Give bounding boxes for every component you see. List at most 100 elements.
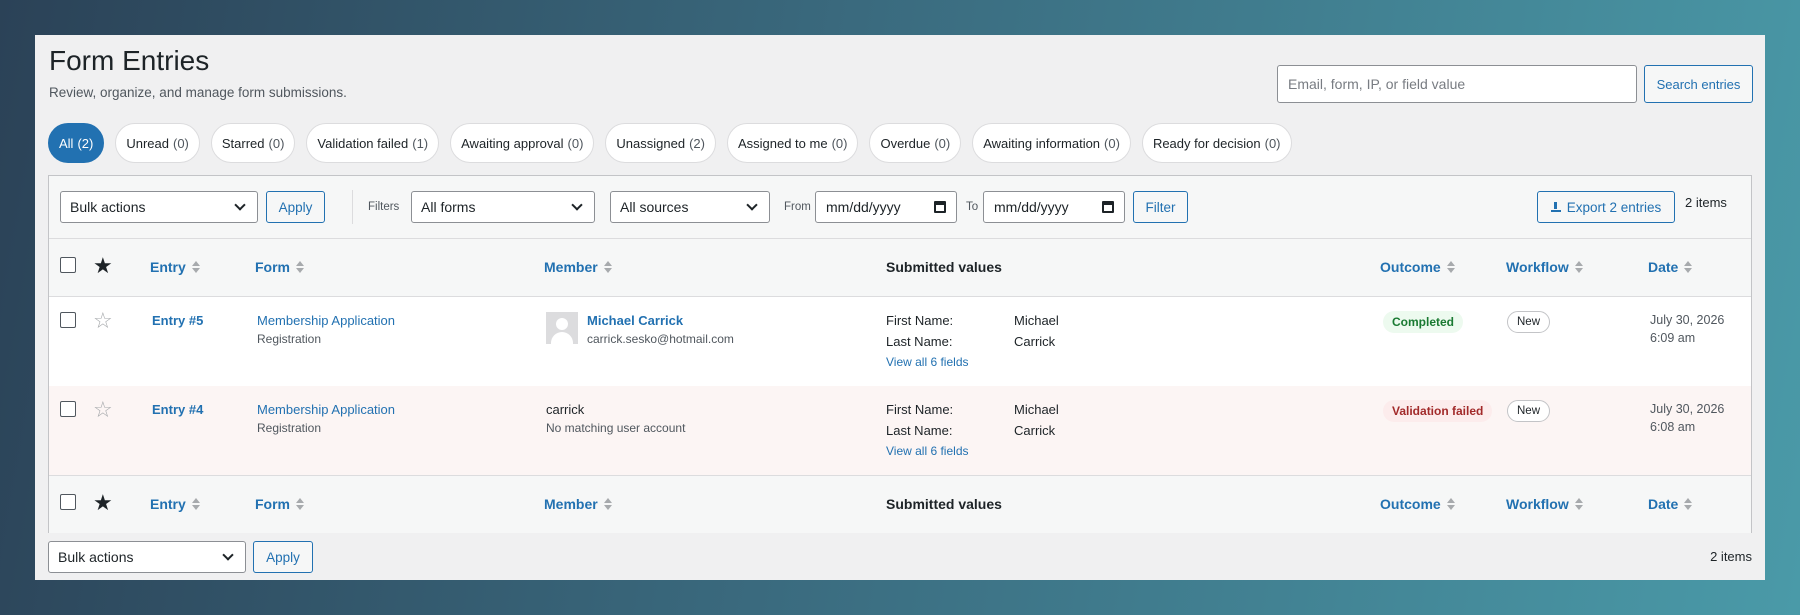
column-form[interactable]: Form (255, 496, 304, 512)
items-count-bottom: 2 items (1710, 549, 1752, 564)
view-all-fields-link[interactable]: View all 6 fields (886, 444, 969, 458)
top-toolbar: Bulk actions Apply Filters All forms All… (49, 176, 1751, 239)
tab-label: Unread (126, 135, 169, 151)
bulk-actions-value: Bulk actions (58, 549, 134, 565)
tab-label: Validation failed (317, 135, 409, 151)
column-label: Date (1648, 259, 1679, 275)
select-all-checkbox[interactable] (60, 257, 76, 273)
sort-icon (296, 498, 304, 510)
filters-label: Filters (368, 201, 400, 213)
column-member[interactable]: Member (544, 259, 612, 275)
star-outline-icon[interactable]: ☆ (93, 310, 113, 332)
sort-icon (1684, 261, 1693, 273)
column-label: Form (255, 496, 290, 512)
tab-awaiting-approval[interactable]: Awaiting approval (0) (450, 123, 595, 163)
select-all-checkbox[interactable] (60, 494, 76, 510)
sort-icon (603, 498, 612, 510)
apply-button[interactable]: Apply (266, 191, 325, 223)
field-value: Carrick (1014, 423, 1056, 438)
column-entry[interactable]: Entry (150, 496, 200, 512)
tab-count: (2) (689, 135, 705, 151)
member-note: No matching user account (546, 421, 686, 435)
bulk-actions-value: Bulk actions (70, 199, 146, 215)
forms-select-value: All forms (421, 199, 476, 215)
column-label: Workflow (1506, 259, 1569, 275)
field-label: First Name: (886, 313, 954, 328)
chevron-down-icon (222, 549, 234, 561)
from-date-input[interactable]: mm/dd/yyyy (815, 191, 957, 223)
member-name: carrick (546, 402, 585, 417)
view-all-fields-link[interactable]: View all 6 fields (886, 355, 969, 369)
row-checkbox[interactable] (60, 401, 76, 417)
column-member[interactable]: Member (544, 496, 612, 512)
chevron-down-icon (746, 199, 758, 211)
avatar (546, 312, 578, 344)
row-checkbox[interactable] (60, 312, 76, 328)
tab-count: (0) (567, 135, 584, 151)
column-label: Outcome (1380, 259, 1441, 275)
chevron-down-icon (571, 199, 583, 211)
member-name-link[interactable]: Michael Carrick (587, 313, 683, 328)
entry-link[interactable]: Entry #4 (152, 402, 203, 417)
form-subtitle: Registration (257, 332, 322, 346)
tab-overdue[interactable]: Overdue (0) (869, 123, 962, 163)
tab-validation-failed[interactable]: Validation failed (1) (306, 123, 440, 163)
field-label: Last Name: (886, 423, 953, 438)
member-email: carrick.sesko@hotmail.com (587, 332, 734, 346)
tab-assigned-to-me[interactable]: Assigned to me (0) (726, 123, 859, 163)
tab-ready-for-decision[interactable]: Ready for decision (0) (1141, 123, 1292, 163)
forms-select[interactable]: All forms (411, 191, 595, 223)
column-outcome[interactable]: Outcome (1380, 259, 1455, 275)
column-label: Submitted values (886, 259, 1002, 275)
star-filled-icon[interactable]: ★ (93, 492, 113, 514)
table-header: ★ Entry Form Member Submitted values Out… (49, 239, 1751, 297)
tab-label: Awaiting information (983, 135, 1101, 151)
column-submitted-values: Submitted values (886, 496, 1002, 512)
column-workflow[interactable]: Workflow (1506, 259, 1583, 275)
bulk-actions-select[interactable]: Bulk actions (60, 191, 258, 223)
search-entries-button[interactable]: Search entries (1644, 65, 1753, 103)
star-filled-icon[interactable]: ★ (93, 255, 113, 277)
sources-select[interactable]: All sources (610, 191, 770, 223)
from-date-placeholder: mm/dd/yyyy (826, 199, 901, 215)
tab-label: Ready for decision (1152, 135, 1261, 151)
bulk-actions-select-bottom[interactable]: Bulk actions (48, 541, 246, 573)
date-text: July 30, 2026 (1650, 402, 1725, 416)
apply-button-bottom[interactable]: Apply (253, 541, 313, 573)
tab-count: (0) (831, 135, 848, 151)
tab-count: (2) (77, 135, 94, 151)
form-link[interactable]: Membership Application (257, 402, 395, 417)
tab-unread[interactable]: Unread (0) (115, 123, 200, 163)
sort-icon (1446, 261, 1455, 273)
search-input[interactable] (1277, 65, 1637, 103)
form-link[interactable]: Membership Application (257, 313, 395, 328)
column-workflow[interactable]: Workflow (1506, 496, 1583, 512)
sort-icon (1574, 498, 1583, 510)
tab-count: (0) (172, 135, 189, 151)
workflow-badge: New (1507, 400, 1551, 422)
export-label: Export 2 entries (1566, 199, 1662, 215)
star-outline-icon[interactable]: ☆ (93, 399, 113, 421)
column-form[interactable]: Form (255, 259, 304, 275)
column-label: Workflow (1506, 496, 1569, 512)
page-title: Form Entries (49, 45, 210, 76)
export-icon (1550, 201, 1561, 213)
entries-list: Bulk actions Apply Filters All forms All… (48, 175, 1752, 533)
tab-unassigned[interactable]: Unassigned (2) (605, 123, 716, 163)
filter-button[interactable]: Filter (1133, 191, 1188, 223)
column-entry[interactable]: Entry (150, 259, 200, 275)
column-label: Entry (150, 259, 186, 275)
tab-awaiting-information[interactable]: Awaiting information (0) (972, 123, 1131, 163)
column-date[interactable]: Date (1648, 259, 1693, 275)
export-entries-button[interactable]: Export 2 entries (1537, 191, 1675, 223)
sort-icon (1684, 498, 1693, 510)
entry-link[interactable]: Entry #5 (152, 313, 203, 328)
chevron-down-icon (234, 199, 246, 211)
column-outcome[interactable]: Outcome (1380, 496, 1455, 512)
tab-starred[interactable]: Starred (0) (210, 123, 296, 163)
column-label: Date (1648, 496, 1679, 512)
column-date[interactable]: Date (1648, 496, 1693, 512)
bottom-toolbar: Bulk actions Apply 2 items (48, 540, 1752, 574)
tab-all[interactable]: All (2) (48, 123, 105, 163)
to-date-input[interactable]: mm/dd/yyyy (983, 191, 1125, 223)
